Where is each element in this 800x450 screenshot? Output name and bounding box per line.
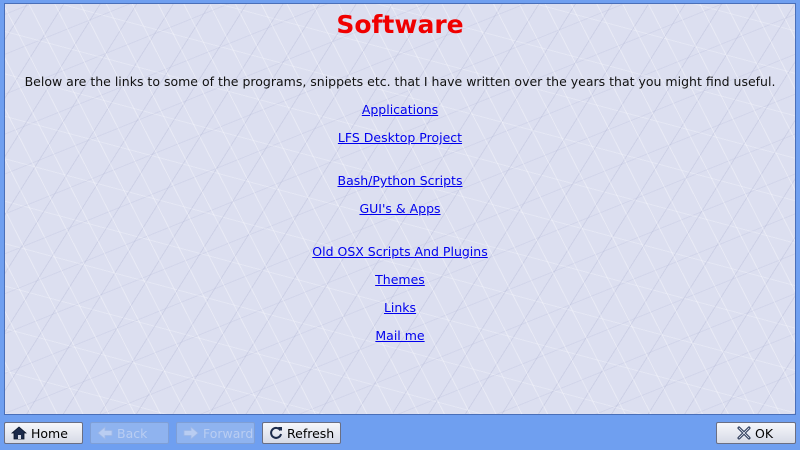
refresh-button[interactable]: Refresh (262, 422, 341, 444)
home-icon (11, 426, 27, 440)
forward-label: Forward (203, 425, 254, 441)
link-themes[interactable]: Themes (375, 272, 425, 288)
refresh-label: Refresh (287, 425, 335, 441)
link-guis-apps[interactable]: GUI's & Apps (359, 201, 440, 217)
refresh-icon (269, 426, 283, 440)
link-bash-python-scripts[interactable]: Bash/Python Scripts (338, 173, 463, 189)
close-x-icon (737, 426, 751, 440)
help-viewer-content: Software Below are the links to some of … (4, 3, 796, 415)
back-label: Back (117, 425, 148, 441)
link-mail-me[interactable]: Mail me (375, 328, 424, 344)
intro-text: Below are the links to some of the progr… (24, 74, 776, 89)
link-lfs-desktop-project[interactable]: LFS Desktop Project (338, 130, 462, 146)
page-title: Software (336, 10, 464, 39)
ok-label: OK (755, 425, 774, 441)
link-old-osx-scripts[interactable]: Old OSX Scripts And Plugins (312, 244, 487, 260)
home-button[interactable]: Home (4, 422, 83, 444)
link-applications[interactable]: Applications (362, 102, 438, 118)
bottom-toolbar: Home Back Forward Refresh OK (0, 416, 800, 450)
link-list: Applications LFS Desktop Project Bash/Py… (5, 102, 795, 344)
forward-arrow-icon (183, 426, 199, 440)
back-button[interactable]: Back (90, 422, 169, 444)
back-arrow-icon (97, 426, 113, 440)
link-links[interactable]: Links (384, 300, 416, 316)
forward-button[interactable]: Forward (176, 422, 255, 444)
ok-button[interactable]: OK (716, 422, 796, 444)
home-label: Home (31, 425, 68, 441)
